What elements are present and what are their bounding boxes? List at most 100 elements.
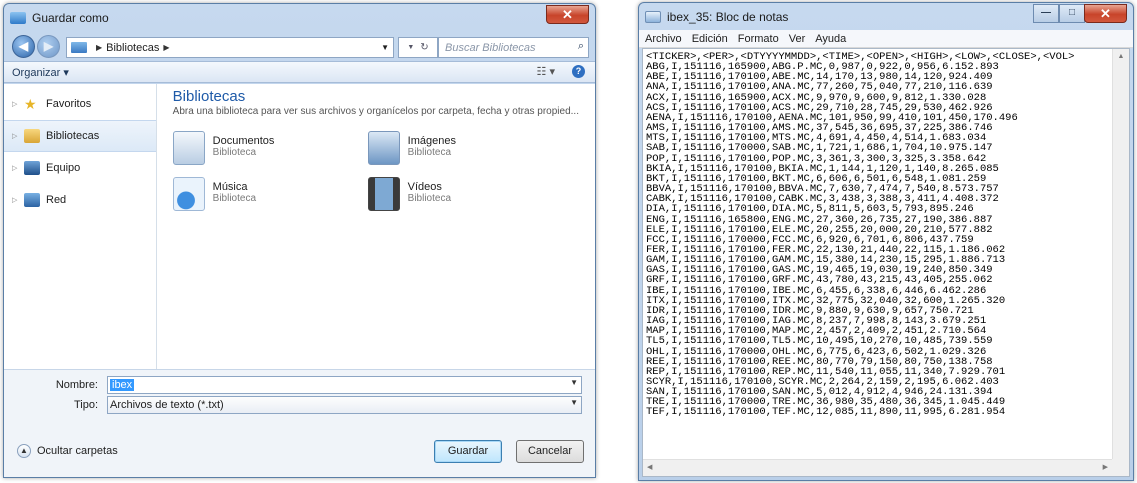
scroll-right-icon[interactable]: ▶ [1103, 463, 1108, 471]
expand-icon[interactable]: ▷ [12, 164, 18, 172]
nav-item-label: Favoritos [46, 98, 92, 110]
dialog-footer: ▲ Ocultar carpetas Guardar Cancelar [4, 427, 595, 477]
organize-button[interactable]: Organizar ▾ [12, 66, 69, 79]
expand-icon[interactable]: ▷ [12, 196, 18, 204]
address-dropdown-icon[interactable]: ▼ [381, 43, 389, 52]
notepad-icon [645, 10, 661, 23]
search-input[interactable]: Buscar Bibliotecas ⌕ [438, 37, 589, 58]
minimize-button[interactable]: — [1033, 4, 1059, 23]
editor-content[interactable]: <TICKER>,<PER>,<DTYYYYMMDD>,<TIME>,<OPEN… [646, 52, 1110, 457]
chevron-down-icon[interactable]: ▼ [570, 398, 578, 407]
library-type: Biblioteca [212, 193, 257, 204]
library-type: Biblioteca [407, 193, 452, 204]
library-videos[interactable]: Vídeos Biblioteca [367, 177, 548, 211]
text-editor[interactable]: <TICKER>,<PER>,<DTYYYYMMDD>,<TIME>,<OPEN… [642, 48, 1130, 477]
menu-formato[interactable]: Formato [738, 33, 779, 45]
window-title: ibex_35: Bloc de notas [667, 9, 789, 24]
content-title: Bibliotecas [172, 88, 246, 105]
library-type: Biblioteca [407, 147, 452, 158]
menu-ver[interactable]: Ver [789, 33, 806, 45]
notepad-window: ibex_35: Bloc de notas — □ ✕ Archivo Edi… [638, 2, 1134, 481]
library-name: Imágenes [407, 135, 456, 147]
refresh-icon: ↻ [420, 42, 429, 53]
computer-icon [24, 161, 40, 175]
dialog-body: ▷ ★ Favoritos ▷ Bibliotecas ▷ Equipo ▷ R… [4, 84, 595, 369]
forward-button[interactable]: ▶ [37, 35, 60, 58]
documents-library-icon [172, 131, 205, 165]
library-name: Música [212, 181, 248, 193]
navigation-bar: ◀ ▶ ▶ Bibliotecas ▶ ▼ ▼ ↻ Buscar Bibliot… [4, 31, 595, 61]
vertical-scrollbar[interactable]: ▲ [1112, 49, 1129, 459]
filename-field[interactable]: ibex ▼ [107, 376, 582, 394]
text-line[interactable]: DIA,I,151116,170100,DIA.MC,5,811,5,603,5… [646, 204, 1110, 215]
filetype-value: Archivos de texto (*.txt) [110, 399, 224, 411]
library-imagenes[interactable]: Imágenes Biblioteca [367, 131, 548, 165]
command-bar: Organizar ▾ ☷ ▾ ? [4, 61, 595, 83]
nav-item-equipo[interactable]: ▷ Equipo [4, 152, 156, 184]
menu-edicion[interactable]: Edición [692, 33, 728, 45]
network-icon [24, 193, 40, 207]
scroll-up-icon[interactable]: ▲ [1113, 53, 1129, 60]
save-as-dialog: Guardar como ✕ ◀ ▶ ▶ Bibliotecas ▶ ▼ ▼ ↻… [3, 3, 596, 478]
search-placeholder: Buscar Bibliotecas [445, 41, 536, 54]
filetype-label: Tipo: [73, 399, 98, 411]
hide-folders-label: Ocultar carpetas [37, 445, 118, 457]
filename-value[interactable]: ibex [110, 379, 135, 391]
expand-icon[interactable]: ▷ [12, 100, 18, 108]
cancel-button[interactable]: Cancelar [516, 440, 584, 463]
change-view-icon[interactable]: ☷ ▾ [537, 65, 555, 78]
filetype-select[interactable]: Archivos de texto (*.txt) ▼ [107, 396, 582, 414]
filename-label: Nombre: [55, 379, 98, 391]
chevron-right-icon: ▶ [96, 43, 103, 52]
text-line[interactable]: TEF,I,151116,170100,TEF.MC,12,085,11,890… [646, 407, 1110, 418]
save-options: Nombre: ibex ▼ Tipo: Archivos de texto (… [4, 369, 595, 477]
scroll-left-icon[interactable]: ◀ [647, 463, 652, 471]
nav-item-label: Red [46, 194, 67, 206]
expand-icon[interactable]: ▷ [12, 132, 18, 140]
library-musica[interactable]: Música Biblioteca [172, 177, 368, 211]
chevron-right-icon[interactable]: ▶ [163, 43, 169, 52]
library-icon [71, 42, 87, 53]
library-name: Vídeos [407, 181, 442, 193]
videos-library-icon [367, 177, 400, 211]
title-bar[interactable]: ibex_35: Bloc de notas — □ ✕ [639, 3, 1133, 30]
refresh-button[interactable]: ▼ ↻ [398, 37, 438, 58]
scrollbar-corner [1112, 459, 1129, 476]
nav-item-label: Equipo [46, 162, 81, 174]
close-button[interactable]: ✕ [1084, 4, 1127, 23]
back-button[interactable]: ◀ [12, 35, 35, 58]
hide-folders-button[interactable]: ▲ Ocultar carpetas [17, 444, 118, 458]
app-icon [10, 11, 26, 24]
nav-item-favoritos[interactable]: ▷ ★ Favoritos [4, 88, 156, 120]
menu-ayuda[interactable]: Ayuda [815, 33, 846, 45]
filetype-row: Tipo: Archivos de texto (*.txt) ▼ [4, 396, 595, 414]
navigation-pane: ▷ ★ Favoritos ▷ Bibliotecas ▷ Equipo ▷ R… [4, 84, 157, 369]
library-grid: Documentos Biblioteca Imágenes Biblioteca … [172, 131, 579, 211]
menu-bar: Archivo Edición Formato Ver Ayuda [639, 30, 1133, 48]
nav-item-red[interactable]: ▷ Red [4, 184, 156, 216]
star-icon: ★ [24, 96, 37, 112]
breadcrumb-bibliotecas[interactable]: Bibliotecas [106, 42, 159, 54]
search-icon: ⌕ [577, 40, 584, 52]
address-bar[interactable]: ▶ Bibliotecas ▶ ▼ [66, 37, 394, 58]
library-type: Biblioteca [212, 147, 257, 158]
maximize-button[interactable]: □ [1059, 4, 1085, 23]
content-pane: Bibliotecas Abra una biblioteca para ver… [157, 84, 595, 369]
horizontal-scrollbar[interactable]: ◀ ▶ [643, 459, 1112, 476]
chevron-down-icon[interactable]: ▼ [570, 378, 578, 387]
nav-item-bibliotecas[interactable]: ▷ Bibliotecas [4, 120, 156, 152]
library-documentos[interactable]: Documentos Biblioteca [172, 131, 368, 165]
help-icon[interactable]: ? [572, 65, 585, 78]
title-bar[interactable]: Guardar como ✕ [4, 4, 595, 31]
close-button[interactable]: ✕ [546, 5, 589, 24]
text-line[interactable]: TL5,I,151116,170100,TL5.MC,10,495,10,270… [646, 336, 1110, 347]
library-icon [24, 129, 40, 143]
filename-row: Nombre: ibex ▼ [4, 376, 595, 394]
save-button[interactable]: Guardar [434, 440, 502, 463]
dropdown-icon: ▼ [407, 44, 415, 51]
menu-archivo[interactable]: Archivo [645, 33, 682, 45]
window-title: Guardar como [32, 10, 109, 25]
library-name: Documentos [212, 135, 275, 147]
nav-item-label: Bibliotecas [46, 130, 100, 142]
music-library-icon [172, 177, 205, 211]
